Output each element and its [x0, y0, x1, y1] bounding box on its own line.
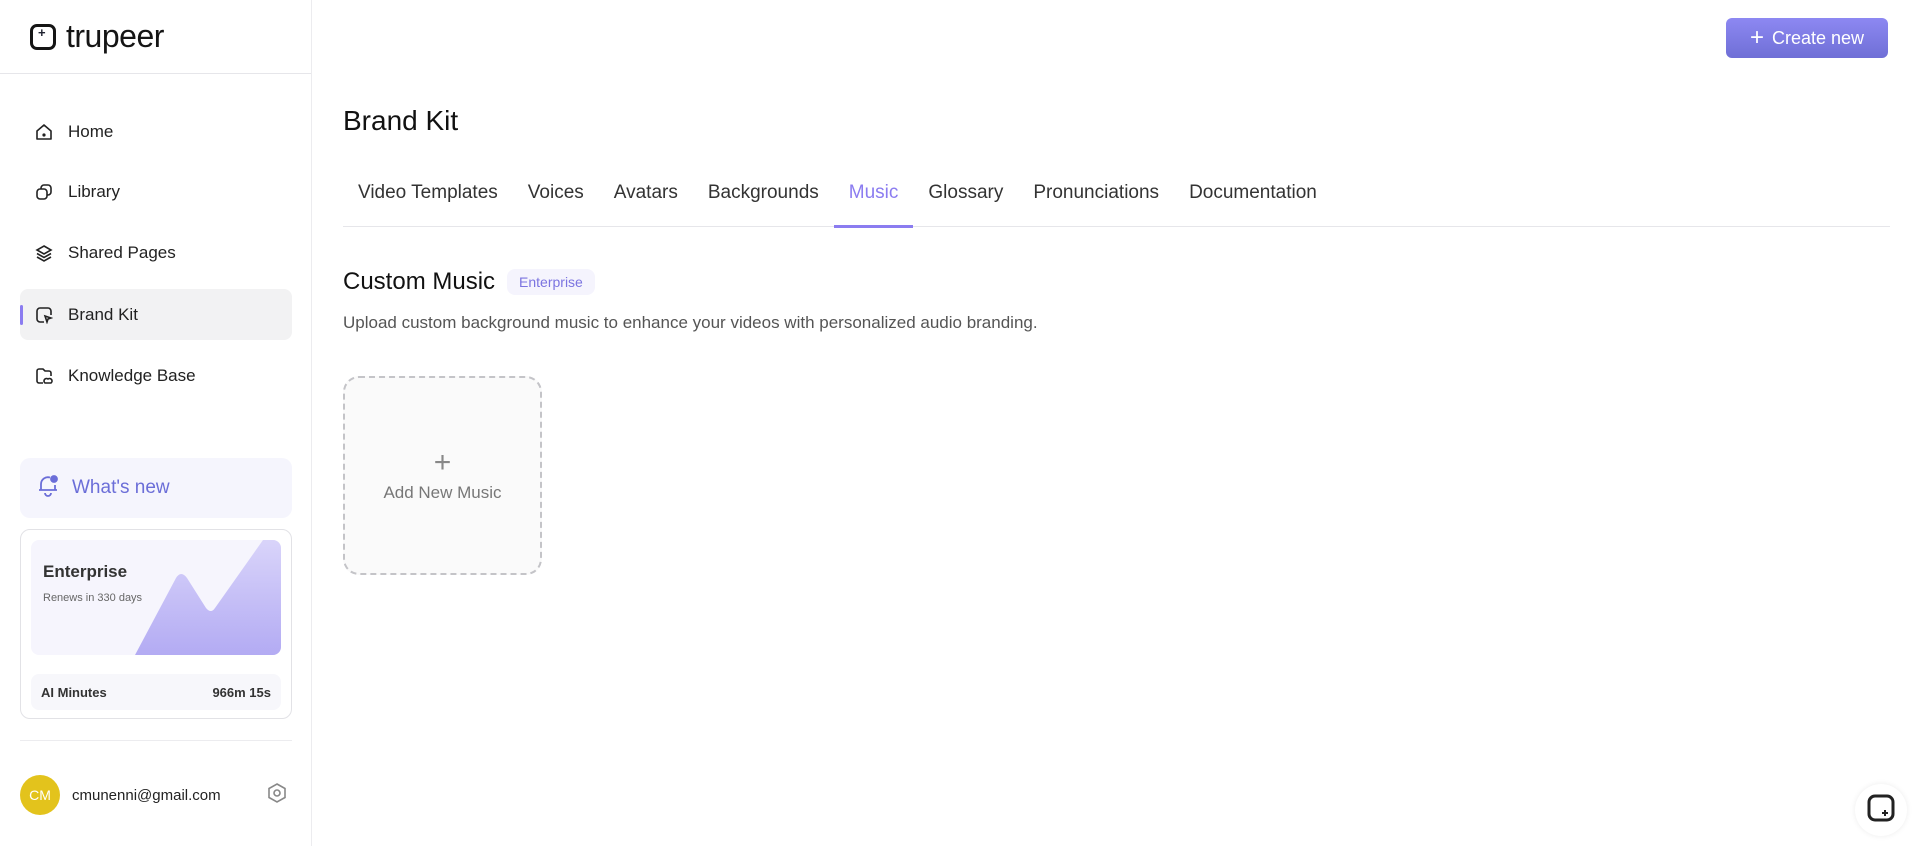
- sidebar-item-brand-kit[interactable]: Brand Kit: [20, 289, 292, 340]
- sidebar-item-shared-pages[interactable]: Shared Pages: [20, 227, 292, 278]
- whats-new-label: What's new: [72, 477, 170, 498]
- ai-minutes-row: AI Minutes 966m 15s: [31, 674, 281, 710]
- brand-kit-icon: [34, 305, 54, 325]
- tab-avatars[interactable]: Avatars: [599, 175, 693, 227]
- whats-new-button[interactable]: What's new: [20, 458, 292, 518]
- brand-kit-tabs: Video Templates Voices Avatars Backgroun…: [343, 175, 1890, 228]
- floating-action-button[interactable]: [1855, 784, 1907, 836]
- ai-minutes-label: AI Minutes: [41, 684, 107, 700]
- settings-icon[interactable]: [266, 782, 288, 809]
- enterprise-badge: Enterprise: [507, 269, 595, 295]
- tab-music[interactable]: Music: [833, 175, 914, 228]
- create-new-label: Create new: [1771, 27, 1865, 48]
- user-profile[interactable]: CM cmunenni@gmail.com: [20, 775, 292, 815]
- folder-icon: [34, 366, 54, 386]
- tab-glossary[interactable]: Glossary: [913, 175, 1018, 227]
- ai-minutes-value: 966m 15s: [212, 684, 271, 700]
- tab-voices[interactable]: Voices: [513, 175, 599, 227]
- sidebar-item-home[interactable]: Home: [20, 106, 292, 157]
- library-icon: [34, 182, 54, 202]
- sidebar-item-label: Brand Kit: [68, 304, 138, 324]
- plan-renewal: Renews in 330 days: [43, 592, 143, 604]
- plan-name: Enterprise: [43, 562, 128, 581]
- sidebar-item-label: Home: [68, 121, 114, 141]
- sidebar-item-label: Knowledge Base: [68, 365, 196, 385]
- section-header: Custom Music Enterprise: [343, 268, 595, 296]
- sidebar-divider: [20, 740, 292, 741]
- tab-backgrounds[interactable]: Backgrounds: [693, 175, 834, 227]
- logo-text: trupeer: [66, 18, 164, 54]
- logo[interactable]: trupeer: [0, 0, 311, 74]
- section-description: Upload custom background music to enhanc…: [343, 313, 1038, 332]
- add-new-music-label: Add New Music: [383, 482, 502, 502]
- layers-icon: [34, 243, 54, 263]
- tab-pronunciations[interactable]: Pronunciations: [1018, 175, 1174, 227]
- logo-icon: [1866, 793, 1896, 828]
- avatar: CM: [20, 775, 60, 815]
- plus-icon: +: [1749, 24, 1764, 51]
- add-new-music-button[interactable]: + Add New Music: [343, 376, 542, 575]
- user-email: cmunenni@gmail.com: [72, 786, 221, 804]
- sidebar-item-label: Shared Pages: [68, 242, 176, 262]
- sidebar-item-knowledge-base[interactable]: Knowledge Base: [20, 350, 292, 401]
- tab-video-templates[interactable]: Video Templates: [343, 175, 513, 227]
- plan-card: Enterprise Renews in 330 days AI Minutes…: [20, 529, 292, 719]
- logo-icon: [30, 23, 56, 50]
- home-icon: [34, 122, 54, 142]
- bell-icon: [36, 473, 60, 503]
- create-new-button[interactable]: + Create new: [1726, 18, 1888, 58]
- tab-documentation[interactable]: Documentation: [1174, 175, 1332, 227]
- plus-icon: +: [433, 445, 452, 479]
- sidebar-item-label: Library: [68, 181, 120, 201]
- sidebar-item-library[interactable]: Library: [20, 166, 292, 217]
- page-title: Brand Kit: [343, 105, 459, 136]
- section-title: Custom Music: [343, 268, 496, 295]
- sidebar: trupeer Home Library Shared Pages Brand …: [0, 0, 312, 846]
- plan-hero: Enterprise Renews in 330 days: [31, 540, 281, 655]
